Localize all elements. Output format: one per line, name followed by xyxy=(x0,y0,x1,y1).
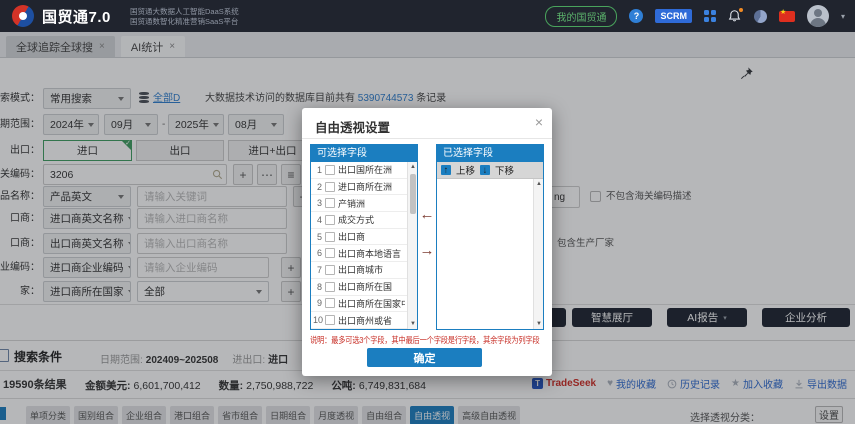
move-up-icon[interactable]: ↑ xyxy=(441,165,451,175)
field-checkbox[interactable] xyxy=(325,315,335,325)
notification-dot xyxy=(739,8,743,12)
field-row[interactable]: 8出口商所在国 xyxy=(311,279,407,296)
field-checkbox[interactable] xyxy=(325,248,335,258)
selected-fields-header: 已选择字段 xyxy=(437,145,543,162)
field-row[interactable]: 5出口商 xyxy=(311,229,407,246)
flag-star: ★ xyxy=(780,8,786,16)
selected-fields-toolbar: ↑ 上移 ↓ 下移 xyxy=(437,162,543,179)
brand-subtitle-line2: 国贸通数智化精准营销SaaS平台 xyxy=(130,17,239,27)
available-fields-header: 可选择字段 xyxy=(311,145,417,162)
move-down-icon[interactable]: ↓ xyxy=(480,165,490,175)
field-checkbox[interactable] xyxy=(325,232,335,242)
scroll-down-icon[interactable]: ▼ xyxy=(408,321,417,327)
brand-subtitle-line1: 国贸通大数据人工智能DaaS系统 xyxy=(130,7,239,17)
scroll-down-icon[interactable]: ▼ xyxy=(534,321,543,327)
selected-fields-list: ▲ ▼ xyxy=(437,179,543,329)
field-row[interactable]: 6出口商本地语言 xyxy=(311,245,407,262)
field-checkbox[interactable] xyxy=(325,198,335,208)
apps-grid-icon[interactable] xyxy=(704,10,716,22)
field-checkbox[interactable] xyxy=(325,298,335,308)
pin-icon[interactable] xyxy=(740,66,754,80)
available-fields-panel: 可选择字段 1出口国所在洲 2进口商所在洲 3产销洲 4成交方式 5出口商 6出… xyxy=(310,144,418,330)
field-checkbox[interactable] xyxy=(325,182,335,192)
field-row[interactable]: 1出口国所在洲 xyxy=(311,162,407,179)
avatar-chevron-down-icon[interactable]: ▾ xyxy=(841,12,845,21)
dialog-title: 自由透视设置 xyxy=(315,117,390,136)
free-pivot-settings-dialog: 自由透视设置 × 可选择字段 1出口国所在洲 2进口商所在洲 3产销洲 4成交方… xyxy=(302,108,552,376)
dialog-close-icon[interactable]: × xyxy=(535,114,543,130)
scroll-up-icon[interactable]: ▲ xyxy=(534,181,543,187)
field-row[interactable]: 9出口商所在国家中文 xyxy=(311,296,407,313)
dialog-title-divider xyxy=(302,138,552,139)
brand-subtitle: 国贸通大数据人工智能DaaS系统 国贸通数智化精准营销SaaS平台 xyxy=(130,7,239,26)
field-checkbox[interactable] xyxy=(325,265,335,275)
move-down-label[interactable]: 下移 xyxy=(495,163,514,177)
selected-fields-panel: 已选择字段 ↑ 上移 ↓ 下移 ▲ ▼ xyxy=(436,144,544,330)
confirm-button[interactable]: 确定 xyxy=(367,348,482,367)
brand-logo-icon xyxy=(12,5,34,27)
field-row[interactable]: 4成交方式 xyxy=(311,212,407,229)
brand-name: 国贸通7.0 xyxy=(42,6,111,27)
selected-scrollbar[interactable]: ▲ ▼ xyxy=(533,179,543,329)
scrm-badge[interactable]: SCRM xyxy=(655,9,692,23)
field-checkbox[interactable] xyxy=(325,215,335,225)
field-row[interactable]: 7出口商城市 xyxy=(311,262,407,279)
field-row[interactable]: 2进口商所在洲 xyxy=(311,179,407,196)
move-up-label[interactable]: 上移 xyxy=(456,163,475,177)
dialog-note: 说明：最多可选3个字段，其中最后一个字段是行字段，其余字段为列字段 xyxy=(310,334,539,346)
top-header: 国贸通7.0 国贸通大数据人工智能DaaS系统 国贸通数智化精准营销SaaS平台… xyxy=(0,0,855,32)
available-fields-list: 1出口国所在洲 2进口商所在洲 3产销洲 4成交方式 5出口商 6出口商本地语言… xyxy=(311,162,417,329)
help-icon[interactable]: ? xyxy=(629,9,643,23)
my-account-button[interactable]: 我的国贸通 xyxy=(545,6,617,27)
field-checkbox[interactable] xyxy=(325,165,335,175)
china-flag-icon[interactable]: ★ xyxy=(779,11,795,22)
notifications-bell-icon[interactable] xyxy=(728,9,742,24)
user-avatar[interactable] xyxy=(807,5,829,27)
scroll-up-icon[interactable]: ▲ xyxy=(408,164,417,170)
field-checkbox[interactable] xyxy=(325,282,335,292)
app-window: 国贸通7.0 国贸通大数据人工智能DaaS系统 国贸通数智化精准营销SaaS平台… xyxy=(0,0,855,424)
usage-pie-icon[interactable] xyxy=(754,10,767,23)
field-row[interactable]: 3产销洲 xyxy=(311,195,407,212)
header-toolbar: 我的国贸通 ? SCRM ★ ▾ xyxy=(545,0,845,32)
field-row[interactable]: 10出口商州或省 xyxy=(311,312,407,329)
